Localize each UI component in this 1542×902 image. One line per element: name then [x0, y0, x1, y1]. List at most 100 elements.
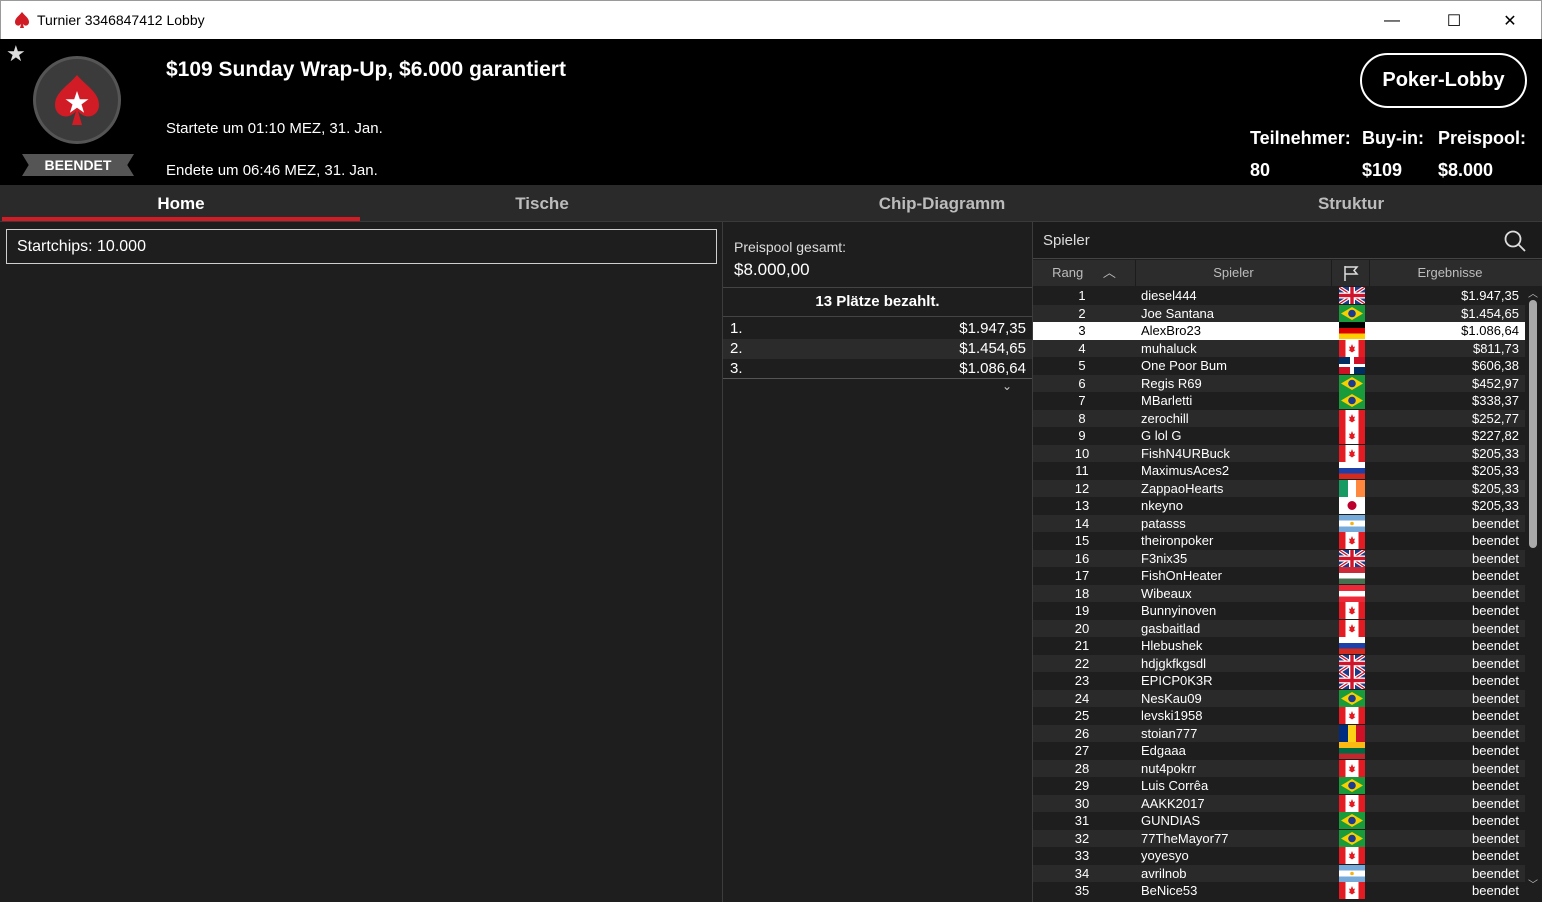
tab-chip-chart[interactable]: Chip-Diagramm	[722, 185, 1162, 222]
home-panel	[0, 222, 722, 902]
column-header-rank[interactable]: Rang ︿	[1033, 260, 1136, 286]
prizepool-label: Preispool:	[1438, 128, 1527, 148]
prize-rank: 2.	[730, 340, 743, 357]
player-row[interactable]: 5 One Poor Bum $606,38	[1033, 357, 1525, 375]
close-button[interactable]: ✕	[1487, 1, 1533, 40]
player-rank: 1	[1078, 288, 1086, 303]
player-row[interactable]: 18 Wibeaux beendet	[1033, 584, 1525, 602]
country-flag-icon	[1338, 287, 1366, 306]
flag-icon	[1343, 266, 1359, 281]
column-header-player[interactable]: Spieler	[1136, 260, 1332, 286]
player-rank: 26	[1074, 725, 1090, 741]
player-rank: 2	[1078, 305, 1086, 321]
country-flag-icon	[1339, 374, 1365, 392]
poker-lobby-button[interactable]: Poker-Lobby	[1360, 53, 1527, 108]
buyin-label: Buy-in:	[1362, 128, 1424, 148]
player-row[interactable]: 2 Joe Santana $1.454,65	[1033, 304, 1525, 322]
scroll-down-arrow-icon[interactable]: ﹀	[1526, 880, 1540, 892]
player-row[interactable]: 6 Regis R69 $452,97	[1033, 374, 1525, 392]
country-flag-icon	[1339, 339, 1365, 357]
player-row[interactable]: 24 NesKau09 beendet	[1033, 689, 1525, 707]
player-rank: 18	[1074, 585, 1090, 601]
expand-prizes-chevron-down-icon[interactable]: ⌄	[1002, 379, 1012, 393]
country-flag-icon	[1339, 707, 1365, 724]
prize-amount: $1.947,35	[959, 320, 1026, 337]
player-rank: 35	[1074, 883, 1090, 898]
player-row[interactable]: 23 EPICP0K3R beendet	[1033, 670, 1525, 691]
player-rank: 6	[1078, 375, 1086, 391]
player-row[interactable]: 15 theironpoker beendet	[1033, 532, 1525, 550]
player-row[interactable]: 27 Edgaaa beendet	[1033, 742, 1525, 760]
player-row[interactable]: 12 ZappaoHearts $205,33	[1033, 479, 1525, 497]
player-result: $205,33	[1472, 445, 1519, 461]
player-rank: 4	[1078, 340, 1086, 356]
player-search-bar[interactable]	[1033, 222, 1542, 259]
player-row[interactable]: 30 AAKK2017 beendet	[1033, 794, 1525, 812]
player-row[interactable]: 31 GUNDIAS beendet	[1033, 812, 1525, 830]
player-row[interactable]: 35 BeNice53 beendet	[1033, 882, 1525, 900]
favorite-star-icon[interactable]: ★	[6, 43, 26, 65]
player-rank: 23	[1074, 673, 1090, 688]
player-row[interactable]: 26 stoian777 beendet	[1033, 724, 1525, 742]
close-icon: ✕	[1503, 12, 1517, 30]
player-rank: 5	[1078, 358, 1086, 373]
pokerstars-spade-icon	[15, 12, 29, 28]
prize-rank: 3.	[730, 360, 743, 377]
country-flag-icon	[1339, 392, 1365, 409]
players-table-body: 1 diesel444 $1.947,35 2 Joe Santana $1.454,65…	[1033, 287, 1525, 902]
country-flag-icon	[1338, 548, 1366, 568]
player-row[interactable]: 19 Bunnyinoven beendet	[1033, 602, 1525, 620]
country-flag-icon	[1339, 304, 1365, 322]
player-row[interactable]: 7 MBarletti $338,37	[1033, 392, 1525, 410]
maximize-button[interactable]: ☐	[1431, 1, 1477, 40]
player-name: F3nix35	[1141, 550, 1188, 566]
window-title: Turnier 3346847412 Lobby	[37, 12, 205, 28]
tab-tables[interactable]: Tische	[362, 185, 722, 222]
player-row[interactable]: 33 yoyesyo beendet	[1033, 847, 1525, 865]
player-name: Wibeaux	[1141, 585, 1192, 601]
player-row[interactable]: 9 G lol G $227,82	[1033, 427, 1525, 445]
player-row[interactable]: 16 F3nix35 beendet	[1033, 548, 1525, 568]
player-row[interactable]: 13 nkeyno $205,33	[1033, 497, 1525, 515]
prize-amount: $1.086,64	[959, 360, 1026, 377]
player-row[interactable]: 14 patasss beendet	[1033, 514, 1525, 532]
player-result: $452,97	[1472, 375, 1519, 391]
player-result: beendet	[1472, 620, 1519, 636]
player-row[interactable]: 34 avrilnob beendet	[1033, 864, 1525, 882]
player-row[interactable]: 1 diesel444 $1.947,35	[1033, 287, 1525, 306]
player-row[interactable]: 21 Hlebushek beendet	[1033, 637, 1525, 655]
player-row[interactable]: 32 77TheMayor77 beendet	[1033, 829, 1525, 847]
player-row[interactable]: 3 AlexBro23 $1.086,64	[1033, 322, 1525, 340]
player-rank: 13	[1074, 498, 1090, 513]
player-name: Edgaaa	[1141, 743, 1186, 758]
player-row[interactable]: 10 FishN4URBuck $205,33	[1033, 444, 1525, 462]
rank-header-label: Rang	[1052, 265, 1084, 280]
player-name: NesKau09	[1141, 690, 1202, 706]
player-row[interactable]: 17 FishOnHeater beendet	[1033, 567, 1525, 585]
player-row[interactable]: 22 hdjgkfkgsdl beendet	[1033, 653, 1525, 673]
participants-value: 80	[1250, 160, 1271, 180]
column-header-results[interactable]: Ergebnisse	[1370, 260, 1530, 286]
column-header-country[interactable]	[1332, 260, 1370, 286]
player-result: beendet	[1472, 743, 1519, 758]
player-rank: 17	[1074, 568, 1090, 583]
player-result: beendet	[1472, 655, 1519, 671]
scrollbar-thumb[interactable]	[1529, 300, 1537, 548]
player-name: theironpoker	[1141, 533, 1214, 548]
maximize-icon: ☐	[1446, 12, 1462, 30]
player-row[interactable]: 20 gasbaitlad beendet	[1033, 619, 1525, 637]
player-result: $205,33	[1472, 498, 1519, 513]
player-row[interactable]: 4 muhaluck $811,73	[1033, 339, 1525, 357]
player-result: beendet	[1472, 830, 1519, 846]
player-row[interactable]: 8 zerochill $252,77	[1033, 409, 1525, 427]
player-name: levski1958	[1141, 708, 1203, 723]
player-row[interactable]: 29 Luis Corrêa beendet	[1033, 777, 1525, 795]
player-row[interactable]: 25 levski1958 beendet	[1033, 707, 1525, 725]
search-icon[interactable]	[1504, 230, 1526, 252]
player-row[interactable]: 11 MaximusAces2 $205,33	[1033, 462, 1525, 480]
minimize-button[interactable]: —	[1369, 1, 1415, 40]
tab-structure[interactable]: Struktur	[1162, 185, 1540, 222]
player-rank: 12	[1074, 480, 1090, 496]
player-row[interactable]: 28 nut4pokrr beendet	[1033, 759, 1525, 777]
player-name: patasss	[1141, 515, 1186, 531]
